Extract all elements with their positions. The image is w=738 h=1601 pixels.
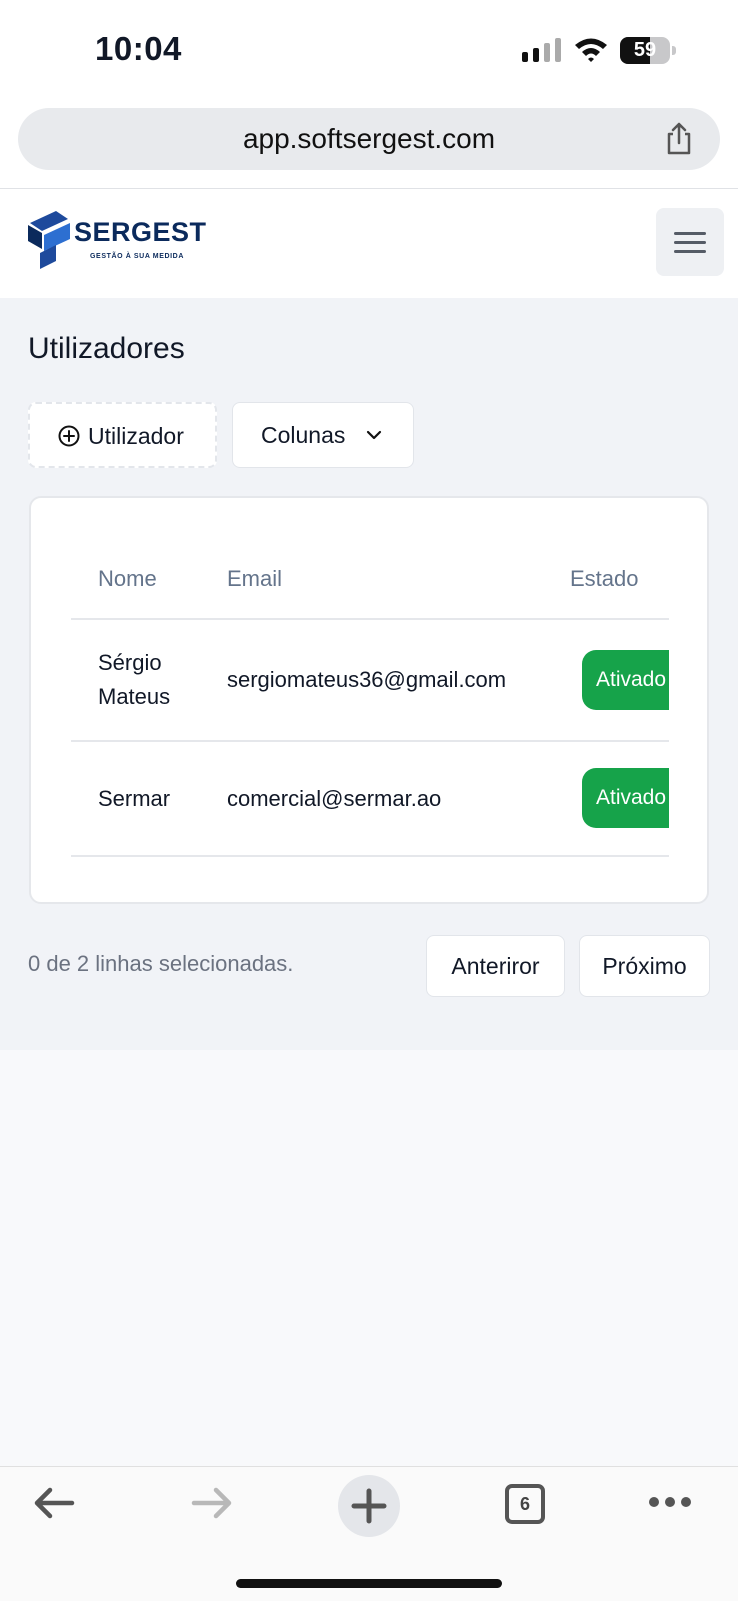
brand-tagline: GESTÃO À SUA MEDIDA <box>90 253 184 260</box>
row-divider <box>71 740 669 742</box>
menu-icon <box>674 232 706 235</box>
status-column-clip: Ativado Ativado <box>582 498 669 902</box>
add-user-label: Utilizador <box>88 423 184 449</box>
chevron-down-icon <box>366 430 382 440</box>
status-bar: 10:04 59 <box>0 0 738 100</box>
plus-circle-icon <box>58 425 80 447</box>
add-user-button[interactable]: Utilizador <box>28 402 217 468</box>
row-name: Sermar <box>98 786 171 811</box>
tabs-count-button[interactable]: 6 <box>505 1484 545 1524</box>
columns-dropdown-button[interactable]: Colunas <box>232 402 414 468</box>
page-title: Utilizadores <box>28 332 185 365</box>
new-tab-button[interactable] <box>338 1475 400 1537</box>
main-content: Utilizadores Utilizador Colunas Nome Ema… <box>0 298 738 1050</box>
next-page-button[interactable]: Próximo <box>579 935 710 997</box>
column-header-email[interactable]: Email <box>227 566 282 592</box>
row-divider <box>71 855 669 857</box>
selection-count: 0 de 2 linhas selecionadas. <box>28 951 294 976</box>
previous-page-button[interactable]: Anteriror <box>426 935 565 997</box>
status-badge: Ativado <box>582 650 669 710</box>
columns-label: Colunas <box>261 422 346 448</box>
row-email: sergiomateus36@gmail.com <box>227 667 507 692</box>
cellular-signal-icon <box>522 38 561 62</box>
row-name: Sérgio Mateus <box>98 650 171 709</box>
url-text[interactable]: app.softsergest.com <box>18 108 720 170</box>
brand-name: SERGEST <box>74 217 207 247</box>
status-time: 10:04 <box>95 30 182 67</box>
status-badge: Ativado <box>582 768 669 828</box>
users-table-card: Nome Email Estado Sérgio Mateus sergioma… <box>29 496 709 904</box>
back-arrow-icon[interactable] <box>30 1483 78 1523</box>
battery-icon: 59 <box>620 37 676 64</box>
wifi-icon <box>575 38 607 62</box>
plus-icon <box>351 1488 387 1524</box>
forward-arrow-icon[interactable] <box>188 1483 236 1523</box>
row-email: comercial@sermar.ao <box>227 786 442 811</box>
hamburger-menu-button[interactable] <box>656 208 724 276</box>
sergest-logo[interactable]: SERGEST GESTÃO À SUA MEDIDA <box>26 209 206 277</box>
home-indicator[interactable] <box>236 1579 502 1588</box>
share-icon[interactable] <box>662 122 696 156</box>
column-header-name[interactable]: Nome <box>98 566 157 592</box>
browser-toolbar: app.softsergest.com <box>0 100 738 189</box>
app-header: SERGEST GESTÃO À SUA MEDIDA <box>0 189 738 299</box>
address-bar[interactable]: app.softsergest.com <box>18 108 720 170</box>
next-label: Próximo <box>602 953 687 979</box>
previous-label: Anteriror <box>451 953 540 979</box>
more-options-icon[interactable] <box>648 1495 692 1509</box>
logo-mark-icon <box>28 211 70 269</box>
battery-percent: 59 <box>633 39 657 61</box>
header-divider <box>71 618 669 620</box>
